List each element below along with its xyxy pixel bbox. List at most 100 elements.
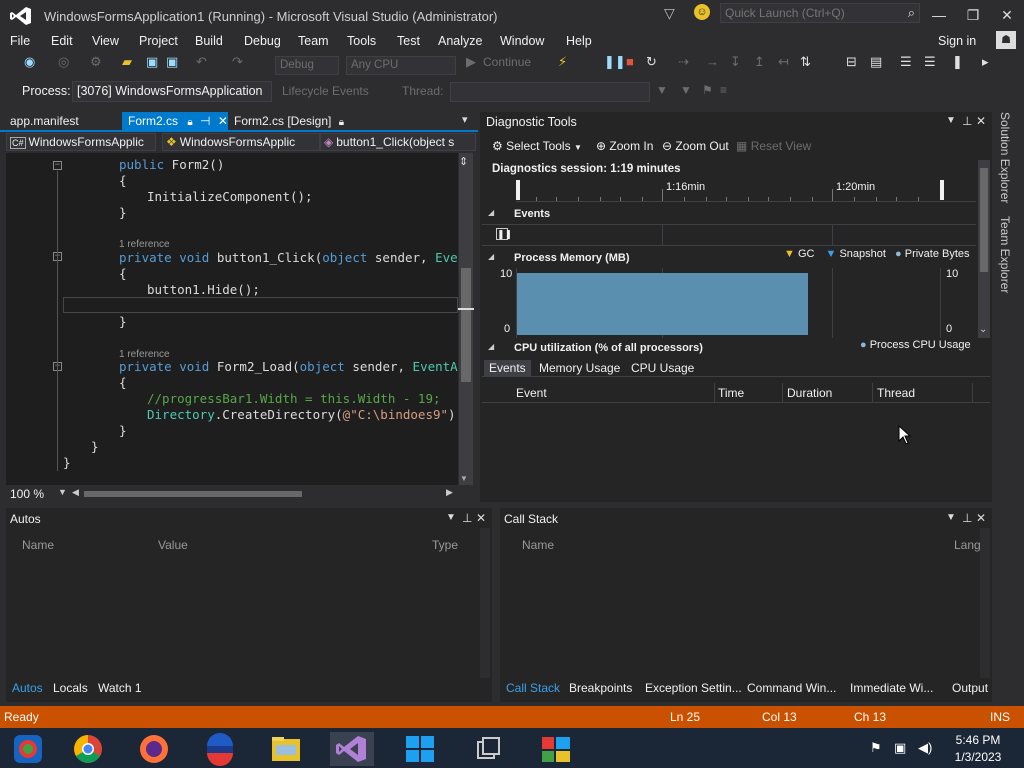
column-separator[interactable] [714, 383, 715, 403]
file-explorer-icon[interactable] [264, 732, 308, 766]
column-duration[interactable]: Duration [787, 386, 832, 400]
timeline-end-handle[interactable] [940, 180, 944, 200]
chrome-icon[interactable] [66, 732, 110, 766]
collapse-triangle-icon[interactable]: ◢ [488, 342, 494, 351]
pause-events-icon[interactable]: ❚❚ [496, 228, 512, 240]
tab-watch-1[interactable]: Watch 1 [98, 681, 142, 695]
column-value[interactable]: Value [158, 538, 188, 552]
visual-studio-taskbar-icon[interactable] [330, 732, 374, 766]
notifications-flag-icon[interactable]: ▽ [664, 5, 675, 22]
continue-play-icon[interactable]: ▶ [466, 54, 476, 70]
step-back-icon[interactable]: ↤ [778, 54, 789, 70]
feedback-smiley-icon[interactable]: ☺ [694, 4, 710, 20]
solution-explorer-tab[interactable]: Solution Explorer [998, 112, 1012, 203]
tab-form2-design[interactable]: Form2.cs [Design] 🔒︎ [228, 112, 350, 131]
indent-icon[interactable]: ☰ [924, 54, 936, 70]
menu-test[interactable]: Test [397, 34, 420, 48]
panel-menu-icon[interactable]: ▼ [946, 115, 956, 126]
menu-build[interactable]: Build [195, 34, 223, 48]
tab-locals[interactable]: Locals [53, 681, 88, 695]
column-type[interactable]: Type [432, 538, 458, 552]
column-name[interactable]: Name [22, 538, 54, 552]
menu-help[interactable]: Help [566, 34, 592, 48]
tab-memory-usage[interactable]: Memory Usage [534, 360, 625, 377]
close-window-button[interactable]: ✕ [992, 4, 1022, 26]
sign-in-link[interactable]: Sign in [938, 34, 976, 48]
pin-icon[interactable]: ⊣ [200, 114, 210, 128]
close-panel-icon[interactable]: ✕ [976, 114, 986, 128]
code-editor[interactable]: − − − public Form2() { InitializeCompone… [6, 153, 458, 485]
zoom-dropdown-icon[interactable]: ▼ [58, 487, 67, 497]
menu-analyze[interactable]: Analyze [438, 34, 482, 48]
quick-launch-input[interactable] [721, 4, 896, 22]
lifecycle-events-button[interactable]: Lifecycle Events [282, 84, 369, 98]
open-file-icon[interactable]: ▰ [122, 54, 132, 70]
tab-form2-cs[interactable]: Form2.cs 🔒︎ ⊣ ✕ [122, 112, 228, 131]
column-separator[interactable] [782, 383, 783, 403]
task-list-icon[interactable]: ⊟ [846, 54, 857, 70]
zoom-out-button[interactable]: ⊖ Zoom Out [662, 139, 729, 153]
tab-command-window[interactable]: Command Win... [747, 681, 836, 695]
collapse-toggle-icon[interactable]: − [53, 161, 62, 170]
zoom-level-select[interactable]: 100 % [10, 487, 44, 501]
column-separator[interactable] [972, 383, 973, 403]
project-nav-select[interactable]: C# WindowsFormsApplic [6, 133, 156, 151]
maximize-button[interactable]: ❐ [958, 4, 988, 26]
pin-icon[interactable]: ⊥ [962, 511, 972, 525]
select-tools-button[interactable]: ⚙ Select Tools ▼ [492, 139, 582, 153]
new-project-icon[interactable]: ⚙ [90, 54, 102, 70]
task-view-icon[interactable] [466, 732, 510, 766]
timeline-start-handle[interactable] [516, 180, 520, 200]
menu-view[interactable]: View [92, 34, 119, 48]
collapse-triangle-icon[interactable]: ◢ [488, 208, 494, 217]
scroll-down-icon[interactable]: ▼ [460, 474, 468, 483]
tab-call-stack[interactable]: Call Stack [506, 681, 560, 695]
autos-scrollbar[interactable] [480, 528, 490, 678]
memory-chart[interactable]: 10 0 10 0 [482, 268, 976, 338]
menu-debug[interactable]: Debug [244, 34, 281, 48]
close-tab-icon[interactable]: ✕ [218, 114, 228, 128]
windows-store-icon[interactable] [398, 732, 442, 766]
app-grid-icon[interactable] [534, 732, 578, 766]
stop-debugging-icon[interactable]: ■ [626, 54, 634, 69]
close-panel-icon[interactable]: ✕ [976, 511, 986, 525]
tab-cpu-usage[interactable]: CPU Usage [626, 360, 699, 377]
step-over-icon[interactable]: ↧ [730, 54, 741, 70]
filter-flag-icon[interactable]: ▼ [680, 83, 692, 97]
tab-exception-settings[interactable]: Exception Settin... [645, 681, 742, 695]
column-name[interactable]: Name [522, 538, 554, 552]
filter-icon[interactable]: ▼ [656, 83, 668, 97]
navigate-back-icon[interactable]: ◉ [24, 54, 35, 70]
tab-events[interactable]: Events [484, 360, 531, 377]
action-center-flag-icon[interactable]: ⚑ [870, 740, 882, 756]
clock-time[interactable]: 5:46 PM [950, 733, 1006, 747]
restart-icon[interactable]: ↻ [646, 54, 657, 70]
menu-window[interactable]: Window [500, 34, 544, 48]
tab-breakpoints[interactable]: Breakpoints [569, 681, 632, 695]
show-next-statement-icon[interactable]: ⇢ [678, 54, 689, 70]
search-icon[interactable]: ⌕ [908, 5, 915, 21]
prev-bookmark-icon[interactable]: ▸ [982, 54, 989, 70]
save-icon[interactable]: ▣ [146, 54, 158, 70]
taskbar-app-icon[interactable] [6, 732, 50, 766]
call-stack-scrollbar[interactable] [980, 528, 990, 678]
pin-icon[interactable]: ⊥ [962, 114, 972, 128]
minimize-button[interactable]: — [924, 4, 954, 26]
scroll-down-icon[interactable]: ⌄ [979, 324, 987, 335]
tab-overflow-icon[interactable]: ▾ [462, 113, 468, 126]
column-lang[interactable]: Lang [954, 538, 981, 552]
network-icon[interactable]: ▣ [894, 740, 906, 756]
close-panel-icon[interactable]: ✕ [476, 511, 486, 525]
save-all-icon[interactable]: ▣ [166, 54, 178, 70]
scroll-right-icon[interactable]: ▶ [446, 487, 453, 498]
pin-icon[interactable]: ⊥ [462, 511, 472, 525]
stack-frame-icon[interactable]: ≡ [720, 83, 727, 97]
panel-menu-icon[interactable]: ▼ [446, 512, 456, 523]
outdent-icon[interactable]: ☰ [900, 54, 912, 70]
horizontal-scroll-thumb[interactable] [84, 491, 302, 497]
volume-icon[interactable]: ◀) [918, 740, 932, 756]
column-time[interactable]: Time [718, 386, 744, 400]
solution-platform-select[interactable]: Any CPU [346, 56, 456, 75]
tab-autos[interactable]: Autos [12, 681, 43, 695]
tab-app-manifest[interactable]: app.manifest [4, 112, 85, 131]
